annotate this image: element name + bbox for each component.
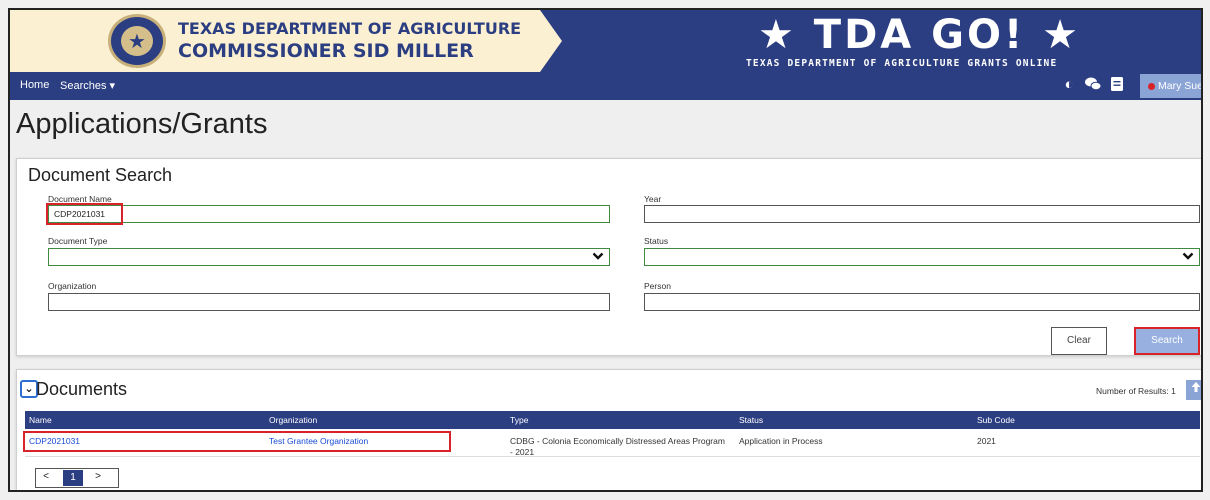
nav-home[interactable]: Home — [20, 79, 49, 91]
app-frame: ★ TEXAS DEPARTMENT OF AGRICULTURE COMMIS… — [8, 8, 1203, 492]
row-highlight — [23, 431, 451, 452]
organization-label: Organization — [48, 281, 97, 291]
header-banner: ★ TEXAS DEPARTMENT OF AGRICULTURE COMMIS… — [10, 10, 1201, 72]
pager-current[interactable]: 1 — [63, 470, 83, 486]
person-label: Person — [644, 281, 671, 291]
search-button[interactable]: Search — [1134, 327, 1200, 355]
pager-next[interactable]: > — [87, 468, 109, 488]
export-icon[interactable] — [1186, 380, 1201, 400]
seal-icon: ★ — [108, 14, 166, 68]
document-type-cell: CDBG - Colonia Economically Distressed A… — [510, 436, 725, 457]
table-header: Name Organization Type Status Sub Code — [25, 411, 1200, 429]
documents-panel: ⌄ Documents Number of Results: 1 Name Or… — [16, 369, 1201, 490]
document-name-input[interactable]: CDP2021031 — [48, 205, 610, 223]
document-status-cell: Application in Process — [739, 436, 823, 446]
chat-icon[interactable] — [1084, 76, 1102, 94]
person-input[interactable] — [644, 293, 1200, 311]
user-name: Mary Sue ▾ — [1158, 80, 1203, 92]
column-header-sub-code[interactable]: Sub Code — [977, 415, 1015, 425]
page-title: Applications/Grants — [16, 108, 268, 140]
user-status-dot — [1148, 82, 1155, 90]
document-type-label: Document Type — [48, 236, 108, 246]
document-search-title: Document Search — [28, 165, 173, 185]
chevron-down-icon — [1182, 250, 1194, 265]
status-select[interactable] — [644, 248, 1200, 266]
pager-prev[interactable]: < — [35, 468, 57, 488]
column-header-type[interactable]: Type — [510, 415, 528, 425]
column-header-organization[interactable]: Organization — [269, 415, 317, 425]
user-menu-button[interactable]: Mary Sue ▾ — [1140, 74, 1203, 98]
year-label: Year — [644, 194, 662, 204]
result-count: Number of Results: 1 — [1096, 386, 1176, 396]
app-logo-subtitle: TEXAS DEPARTMENT OF AGRICULTURE GRANTS O… — [746, 58, 1058, 69]
app-logo[interactable]: ★ TDA GO! ★ — [758, 12, 1081, 58]
documents-title: Documents — [36, 379, 128, 399]
document-name-highlight — [46, 203, 123, 225]
top-nav: Home Searches ▾ ◐ Mary Sue ▾ — [10, 72, 1201, 100]
document-sub-code-cell: 2021 — [977, 436, 996, 446]
year-input[interactable] — [644, 205, 1200, 223]
status-label: Status — [644, 236, 669, 246]
clear-button[interactable]: Clear — [1051, 327, 1107, 355]
nav-searches-dropdown[interactable]: Searches ▾ — [60, 79, 115, 92]
commissioner-name: COMMISSIONER SID MILLER — [178, 40, 474, 62]
document-type-select[interactable] — [48, 248, 610, 266]
notes-icon[interactable] — [1108, 76, 1126, 94]
contrast-icon[interactable]: ◐ — [1060, 76, 1078, 94]
column-header-name[interactable]: Name — [29, 415, 52, 425]
agency-name: TEXAS DEPARTMENT OF AGRICULTURE — [178, 19, 522, 38]
chevron-down-icon — [592, 250, 604, 265]
document-search-panel: Document Search Document Name CDP2021031… — [16, 158, 1201, 356]
organization-input[interactable] — [48, 293, 610, 311]
column-header-status[interactable]: Status — [739, 415, 763, 425]
